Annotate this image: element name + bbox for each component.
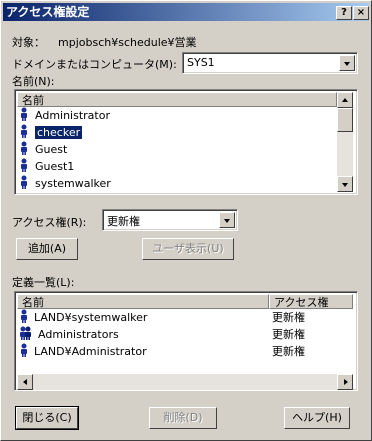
list-item[interactable]: Guest: [19, 141, 67, 158]
window-title: アクセス権設定: [6, 5, 90, 19]
domain-value: SYS1: [187, 56, 215, 69]
scroll-down-button[interactable]: [337, 176, 353, 192]
user-icon: [21, 175, 27, 189]
definition-access: 更新権: [272, 328, 305, 341]
user-icon: [21, 124, 27, 138]
scroll-right-button[interactable]: [337, 374, 353, 390]
show-users-button[interactable]: ユーザ表示(U): [142, 238, 234, 260]
scroll-left-button[interactable]: [17, 374, 33, 390]
group-icon: [20, 326, 31, 340]
definitions-name-header[interactable]: 名前: [17, 294, 269, 309]
list-item-label: Administrator: [35, 109, 110, 122]
user-icon: [21, 158, 27, 172]
list-item[interactable]: Administrator: [19, 107, 110, 124]
list-item[interactable]: Guest1: [19, 158, 74, 175]
user-icon: [21, 309, 27, 323]
list-item-label: checker: [33, 125, 84, 140]
list-item[interactable]: systemwalker: [19, 175, 111, 192]
domain-select[interactable]: SYS1: [182, 52, 358, 74]
table-row[interactable]: LAND¥systemwalker 更新権: [19, 309, 349, 326]
definitions-listview[interactable]: 名前 アクセス権 LAND¥systemwalker 更新権 Administrat…: [14, 291, 358, 391]
access-label: アクセス権(R):: [12, 216, 87, 229]
names-column-header[interactable]: 名前: [17, 92, 337, 107]
chevron-down-icon[interactable]: [339, 55, 355, 71]
names-scrollbar[interactable]: [337, 92, 353, 192]
target-value: mpjobsch¥schedule¥営業: [58, 36, 197, 49]
list-item-label: systemwalker: [35, 177, 111, 190]
names-label: 名前(N):: [12, 75, 55, 88]
help-button[interactable]: ヘルプ(H): [284, 407, 350, 429]
access-settings-dialog: アクセス権設定 ? × 対象： mpjobsch¥schedule¥営業 ドメイ…: [0, 0, 372, 441]
definition-access: 更新権: [272, 345, 305, 358]
definitions-hscrollbar[interactable]: [17, 374, 353, 390]
domain-label: ドメインまたはコンピュータ(M):: [12, 58, 177, 71]
user-icon: [21, 343, 27, 357]
access-select[interactable]: 更新権: [102, 209, 238, 231]
definition-access: 更新権: [272, 311, 305, 324]
title-bar: アクセス権設定 ? ×: [3, 3, 369, 21]
close-title-button[interactable]: ×: [353, 6, 369, 20]
delete-button[interactable]: 削除(D): [149, 407, 217, 429]
access-value: 更新権: [107, 215, 140, 228]
definition-name: LAND¥Administrator: [34, 345, 147, 358]
list-item[interactable]: checker: [19, 124, 84, 141]
scroll-thumb[interactable]: [337, 108, 353, 132]
target-label: 対象：: [12, 36, 45, 49]
scroll-up-button[interactable]: [337, 92, 353, 108]
user-icon: [21, 141, 27, 155]
add-button[interactable]: 追加(A): [16, 238, 78, 260]
chevron-down-icon[interactable]: [219, 212, 235, 228]
definitions-label: 定義一覧(L):: [12, 276, 75, 289]
list-item-label: Guest: [35, 143, 68, 156]
help-title-button[interactable]: ?: [336, 6, 352, 20]
close-button[interactable]: 閉じる(C): [15, 406, 79, 430]
list-item-label: Guest1: [35, 160, 75, 173]
definition-name: Administrators: [38, 328, 119, 341]
table-row[interactable]: LAND¥Administrator 更新権: [19, 343, 349, 360]
user-icon: [21, 107, 27, 121]
definition-name: LAND¥systemwalker: [34, 311, 148, 324]
names-listbox[interactable]: 名前 Administrator checker Guest Guest1 system…: [14, 89, 358, 195]
definitions-access-header[interactable]: アクセス権: [269, 294, 353, 309]
table-row[interactable]: Administrators 更新権: [19, 326, 349, 343]
